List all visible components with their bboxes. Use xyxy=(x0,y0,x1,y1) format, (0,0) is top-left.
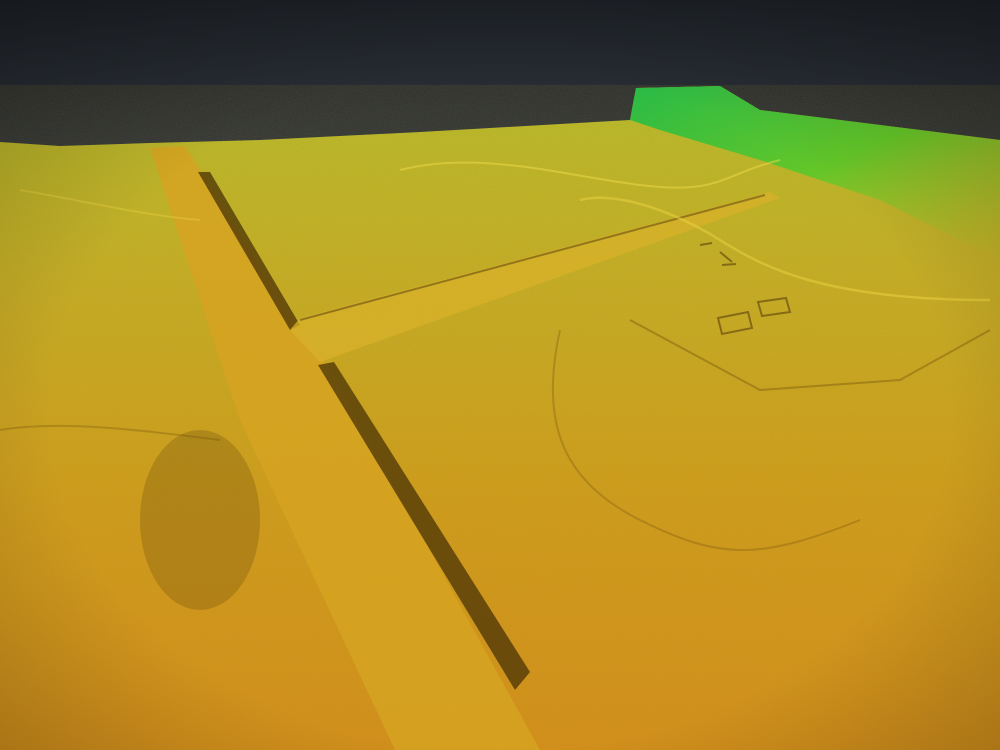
terrain-viewer xyxy=(0,0,1000,750)
terrain-render xyxy=(0,0,1000,750)
vignette-overlay xyxy=(0,0,1000,750)
